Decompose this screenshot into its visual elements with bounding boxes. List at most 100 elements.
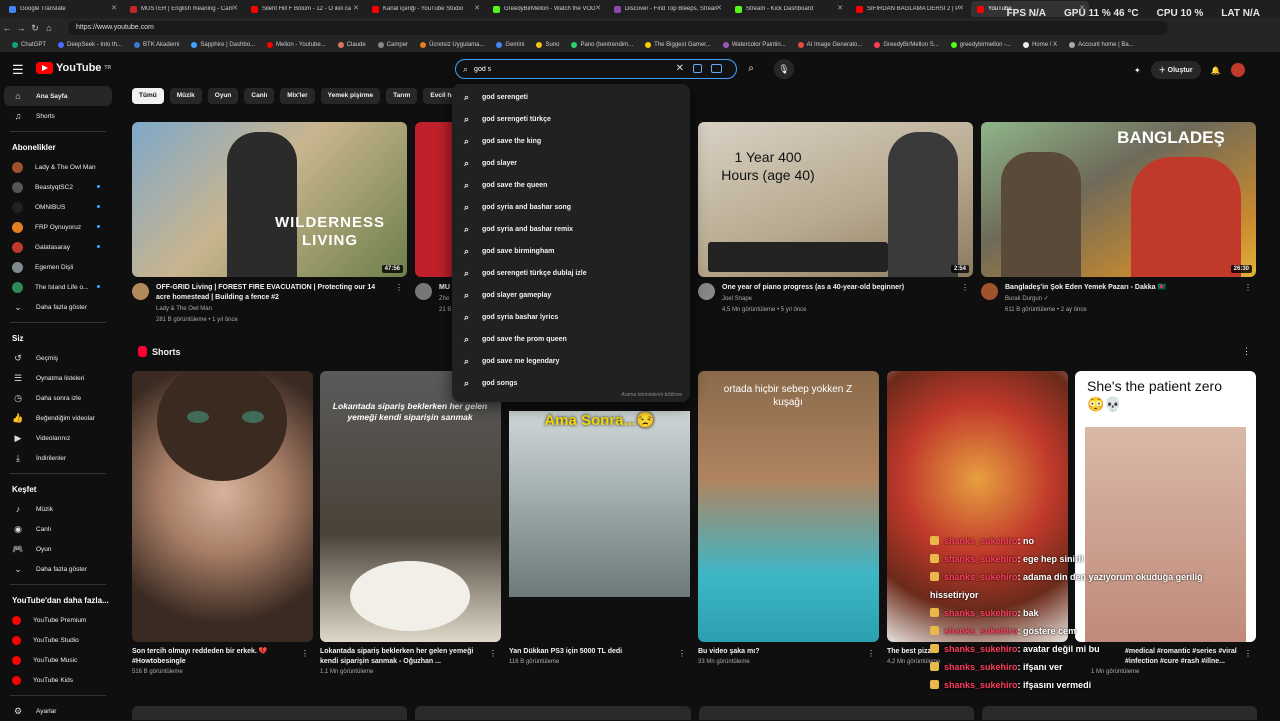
filter-chip[interactable]: Oyun: [207, 88, 239, 104]
sidebar-item[interactable]: YouTube Premium: [0, 610, 116, 630]
short-title[interactable]: Lokantada sipariş beklerken her gelen ye…: [320, 647, 485, 667]
sidebar-item[interactable]: ↺ Geçmiş: [0, 348, 116, 368]
translate-extension-icon[interactable]: [693, 64, 702, 73]
sidebar-item[interactable]: YouTube Kids: [0, 670, 116, 690]
bookmark-item[interactable]: DeepSeek - Into th...: [58, 42, 122, 48]
bookmark-item[interactable]: Home / X: [1023, 42, 1057, 48]
video-card[interactable]: MU Zhe 21 B: [415, 122, 455, 315]
bookmark-item[interactable]: Gemini: [496, 42, 524, 48]
subscription-item[interactable]: FRP Oynuyoruz: [0, 217, 116, 237]
subscription-item[interactable]: BeastyqtSC2: [0, 177, 116, 197]
short-thumbnail[interactable]: [132, 371, 313, 642]
settings-item[interactable]: ⚙ Ayarlar: [0, 701, 116, 721]
filter-chip[interactable]: Mix'ler: [280, 88, 315, 104]
sidebar-item[interactable]: YouTube Music: [0, 650, 116, 670]
sidebar-item[interactable]: YouTube Studio: [0, 630, 116, 650]
keyboard-extension-icon[interactable]: [711, 64, 722, 73]
bookmark-item[interactable]: Pano (bentrendim...: [571, 42, 633, 48]
tab-close-icon[interactable]: ✕: [837, 4, 843, 12]
subscription-item[interactable]: Lady & The Owl Man: [0, 157, 116, 177]
short-card[interactable]: Lokantada sipariş beklerken her gelen ye…: [320, 371, 501, 675]
more-options-icon[interactable]: ⋮: [1244, 283, 1252, 292]
voice-search-icon[interactable]: 🎙: [774, 59, 794, 79]
sidebar-item[interactable]: 👍 Beğendiğim videolar: [0, 408, 116, 428]
bookmark-item[interactable]: Account home | Ba...: [1069, 42, 1134, 48]
search-suggestion[interactable]: ⌕ god serengeti: [452, 86, 690, 108]
sidebar-item-home[interactable]: ⌂ Ana Sayfa: [4, 86, 112, 106]
tab-close-icon[interactable]: ✕: [716, 4, 722, 12]
bookmark-item[interactable]: AI Image Generato...: [797, 42, 862, 48]
filter-chip[interactable]: Canlı: [244, 88, 275, 104]
sidebar-item[interactable]: ◉ Canlı: [0, 519, 116, 539]
tab-close-icon[interactable]: ✕: [958, 4, 964, 12]
short-thumbnail[interactable]: Lokantada sipariş beklerken her gelen ye…: [320, 371, 501, 642]
video-card[interactable]: 1 Year 400 Hours (age 40) 2:54 One year …: [698, 122, 973, 315]
sidebar-item-shorts[interactable]: ♫ Shorts: [0, 106, 116, 126]
tab-close-icon[interactable]: ✕: [474, 4, 480, 12]
notifications-icon[interactable]: 🔔: [1211, 66, 1221, 75]
video-title[interactable]: OFF-GRID Living | FOREST FIRE EVACUATION…: [156, 283, 386, 303]
bookmark-item[interactable]: GreedyBirMellon S...: [874, 42, 939, 48]
search-suggestion[interactable]: ⌕ god serengeti türkçe: [452, 108, 690, 130]
video-thumbnail[interactable]: WILDERNESS LIVING 47:56: [132, 122, 407, 277]
search-button[interactable]: ⌕: [740, 59, 762, 79]
bookmark-item[interactable]: Suno: [536, 42, 559, 48]
more-options-icon[interactable]: ⋮: [301, 649, 309, 658]
search-suggestion[interactable]: ⌕ god serengeti türkçe dublaj izle: [452, 262, 690, 284]
browser-tab[interactable]: Silent Hill F Bölüm - 12 - O ikili ca ✕: [245, 1, 363, 17]
more-options-icon[interactable]: ⋮: [678, 649, 686, 658]
video-card[interactable]: WILDERNESS LIVING 47:56 OFF-GRID Living …: [132, 122, 407, 325]
bookmark-item[interactable]: ChatGPT: [12, 42, 46, 48]
search-input[interactable]: [474, 65, 675, 73]
back-icon[interactable]: ←: [0, 23, 14, 33]
show-more-button[interactable]: ⌄ Daha fazla göster: [0, 297, 116, 317]
create-button[interactable]: ＋ Oluştur: [1150, 61, 1201, 79]
forward-icon[interactable]: →: [14, 23, 28, 33]
shorts-more-icon[interactable]: ⋮: [1242, 346, 1251, 357]
short-card[interactable]: Ama Sonra...😒 Yan Dükkan PS3 için 5000 T…: [509, 371, 690, 665]
subscriptions-header[interactable]: Abonelikler: [0, 137, 116, 157]
filter-chip[interactable]: Müzik: [169, 88, 202, 104]
bookmark-item[interactable]: Sapphire | Dashbo...: [191, 42, 255, 48]
bookmark-item[interactable]: Camper: [377, 42, 408, 48]
tab-close-icon[interactable]: ✕: [595, 4, 601, 12]
search-suggestion[interactable]: ⌕ god songs: [452, 372, 690, 394]
short-card[interactable]: Son tercih olmayı reddeden bir erkek. 💔 …: [132, 371, 313, 675]
browser-tab[interactable]: Kanal içeriği - YouTube Studio ✕: [366, 1, 484, 17]
short-card[interactable]: ortada hiçbir sebep yokken Z kuşağı Bu v…: [698, 371, 879, 665]
more-options-icon[interactable]: ⋮: [867, 649, 875, 658]
youtube-logo[interactable]: YouTube TR: [36, 62, 111, 74]
search-box[interactable]: ⌕ ✕: [455, 59, 737, 79]
tab-close-icon[interactable]: ✕: [111, 4, 117, 12]
search-suggestion[interactable]: ⌕ god save me legendary: [452, 350, 690, 372]
video-card[interactable]: BANGLADEŞ 26:30 Bangladeş'in Şok Eden Ye…: [981, 122, 1256, 315]
bookmark-item[interactable]: Ücretsiz Uygulama...: [420, 42, 484, 48]
avatar[interactable]: [1230, 63, 1245, 77]
channel-avatar[interactable]: [132, 283, 149, 300]
bookmark-item[interactable]: BTK Akademi: [134, 42, 179, 48]
bookmark-item[interactable]: Mellon - Youtube...: [267, 42, 326, 48]
video-title[interactable]: Bangladeş'in Şok Eden Yemek Pazarı - Dak…: [1005, 283, 1235, 293]
more-options-icon[interactable]: ⋮: [961, 283, 969, 292]
filter-chip[interactable]: Yemek pişirme: [320, 88, 381, 104]
search-suggestion[interactable]: ⌕ god save the prom queen: [452, 328, 690, 350]
bookmark-item[interactable]: Claude: [337, 42, 366, 48]
short-title[interactable]: Son tercih olmayı reddeden bir erkek. 💔 …: [132, 647, 297, 667]
sidebar-item[interactable]: ▶ Videolarınız: [0, 428, 116, 448]
short-thumbnail[interactable]: ortada hiçbir sebep yokken Z kuşağı: [698, 371, 879, 642]
clear-search-icon[interactable]: ✕: [676, 63, 684, 74]
subscription-item[interactable]: OMNIBUS: [0, 197, 116, 217]
search-suggestion[interactable]: ⌕ god syria bashar lyrics: [452, 306, 690, 328]
channel-name[interactable]: Lady & The Owl Man: [156, 305, 386, 314]
channel-avatar[interactable]: [698, 283, 715, 300]
show-more-button[interactable]: ⌄ Daha fazla göster: [0, 559, 116, 579]
short-thumbnail[interactable]: Ama Sonra...😒: [509, 371, 690, 642]
channel-avatar[interactable]: [415, 283, 432, 300]
search-suggestion[interactable]: ⌕ god save the queen: [452, 174, 690, 196]
video-title[interactable]: One year of piano progress (as a 40-year…: [722, 283, 952, 293]
sidebar-item[interactable]: ☰ Oynatma listeleri: [0, 368, 116, 388]
browser-tab[interactable]: GreedyBirMellon - Watch the VOD ✕: [487, 1, 605, 17]
subscription-item[interactable]: Egemen Dişli: [0, 257, 116, 277]
menu-icon[interactable]: ☰: [12, 62, 24, 78]
browser-tab[interactable]: Discover - Find Top Bleeps, Stream ✕: [608, 1, 726, 17]
